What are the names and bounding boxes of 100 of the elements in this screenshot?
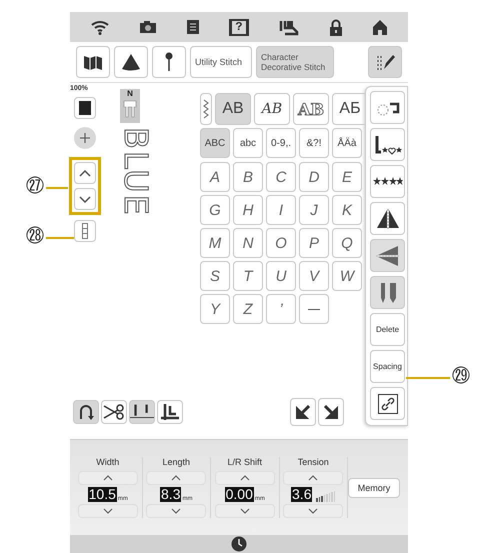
chevron-up-icon — [171, 475, 182, 481]
sewing-tool-button[interactable] — [157, 400, 183, 424]
tool-button[interactable]: Delete — [370, 313, 405, 346]
foot-down-icon — [159, 402, 181, 422]
triangle-button[interactable] — [114, 46, 148, 78]
book-icon — [83, 54, 103, 70]
character-key[interactable]: ’ — [266, 294, 296, 324]
character-key[interactable]: G — [200, 195, 230, 225]
character-key[interactable]: W — [332, 261, 362, 291]
mode-tab[interactable]: Character Decorative Stitch — [256, 46, 334, 78]
stitch-pencil-icon — [375, 52, 395, 72]
chevron-down-icon — [240, 508, 250, 514]
character-key[interactable]: V — [299, 261, 329, 291]
chevron-down-icon — [171, 508, 182, 514]
character-key[interactable]: I — [266, 195, 296, 225]
chevron-down-icon — [308, 508, 318, 514]
character-key[interactable]: Q — [332, 228, 362, 258]
chevron-down-icon — [102, 508, 113, 514]
underscore-icon — [308, 308, 320, 310]
zigzag-icon — [203, 99, 209, 119]
character-key[interactable]: J — [299, 195, 329, 225]
segments-icon — [82, 223, 88, 239]
home-icon[interactable] — [372, 19, 388, 35]
leader-line — [46, 237, 74, 239]
scroll-up-button[interactable] — [74, 162, 96, 184]
lift-arc-icon — [78, 403, 94, 421]
arrow-down-right-icon — [324, 405, 338, 419]
wifi-icon[interactable] — [90, 19, 110, 35]
setting-value: 10.5 — [88, 487, 117, 502]
chevron-up-icon — [308, 475, 318, 481]
memory-button[interactable]: Memory — [348, 478, 400, 498]
sewing-tool-button[interactable] — [73, 400, 99, 424]
character-key[interactable]: M — [200, 228, 230, 258]
chevron-down-icon — [79, 196, 91, 202]
character-key[interactable]: T — [233, 261, 263, 291]
sewing-tool-button[interactable] — [129, 400, 155, 424]
callout-number: ㉗ — [26, 177, 44, 197]
tool-button[interactable] — [370, 165, 405, 198]
edit-button[interactable] — [368, 46, 402, 78]
setting-value: 8.3 — [160, 487, 182, 502]
arrow-down-left-icon — [296, 405, 310, 419]
setting-label: Width — [96, 457, 120, 467]
character-key[interactable]: K — [332, 195, 362, 225]
character-key[interactable]: S — [200, 261, 230, 291]
font-tab[interactable]: AB — [293, 93, 329, 125]
clock-icon[interactable] — [231, 536, 247, 552]
thread-color-button[interactable] — [74, 97, 96, 119]
scroll-down-button[interactable] — [74, 188, 96, 210]
tool-button[interactable]: Spacing — [370, 350, 405, 383]
setting-value: 3.6 — [291, 487, 312, 502]
callout-number: ㉘ — [26, 227, 44, 247]
character-key[interactable]: A — [200, 162, 230, 192]
cone-icon — [121, 53, 141, 71]
sewing-tool-button[interactable] — [101, 400, 127, 424]
character-set-tab[interactable]: &?! — [299, 128, 329, 158]
character-key[interactable]: P — [299, 228, 329, 258]
character-key[interactable]: N — [233, 228, 263, 258]
add-button[interactable] — [74, 127, 96, 149]
font-tab[interactable]: AB — [254, 93, 290, 125]
character-key[interactable]: Y — [200, 294, 230, 324]
tool-button[interactable] — [370, 91, 405, 124]
callout-number: ㉙ — [452, 367, 470, 387]
font-tab[interactable]: AB — [215, 93, 251, 125]
setting-value: 0.00 — [224, 487, 254, 502]
mirror-vertical-icon — [376, 244, 400, 266]
character-key[interactable]: C — [266, 162, 296, 192]
stitch-chart-button[interactable] — [76, 46, 110, 78]
camera-icon[interactable] — [139, 20, 158, 34]
tool-button[interactable] — [370, 202, 405, 235]
color-square-icon — [79, 101, 91, 115]
needle-button[interactable] — [152, 46, 186, 78]
character-key[interactable]: E — [332, 162, 362, 192]
tool-button[interactable] — [370, 128, 405, 161]
character-set-tab[interactable]: 0-9,. — [266, 128, 296, 158]
character-set-tab[interactable]: ABC — [200, 128, 230, 158]
character-key[interactable]: Z — [233, 294, 263, 324]
character-key[interactable]: H — [233, 195, 263, 225]
character-key[interactable]: B — [233, 162, 263, 192]
presser-foot-icon[interactable] — [278, 18, 300, 36]
move-right-button[interactable] — [318, 398, 344, 426]
pattern-preview-text: BLUE — [120, 127, 152, 217]
setting-label: Length — [162, 457, 190, 467]
move-left-button[interactable] — [290, 398, 316, 426]
character-key[interactable]: D — [299, 162, 329, 192]
mode-tab[interactable]: Utility Stitch — [190, 46, 252, 78]
tool-button[interactable] — [370, 387, 405, 420]
leader-line — [406, 377, 450, 379]
chevron-up-icon — [79, 170, 91, 176]
help-button[interactable]: ? — [229, 18, 249, 36]
font-tab[interactable]: АБ — [332, 93, 368, 125]
character-set-tab[interactable]: ÅÄà — [332, 128, 362, 158]
setting-label: L/R Shift — [227, 457, 262, 467]
split-button[interactable] — [74, 220, 96, 242]
lock-icon[interactable] — [328, 18, 343, 36]
character-set-tab[interactable]: abc — [233, 128, 263, 158]
document-icon[interactable] — [186, 19, 200, 35]
font-tab[interactable] — [200, 93, 212, 125]
pin-icon — [164, 52, 174, 72]
character-key[interactable]: U — [266, 261, 296, 291]
character-key[interactable]: O — [266, 228, 296, 258]
